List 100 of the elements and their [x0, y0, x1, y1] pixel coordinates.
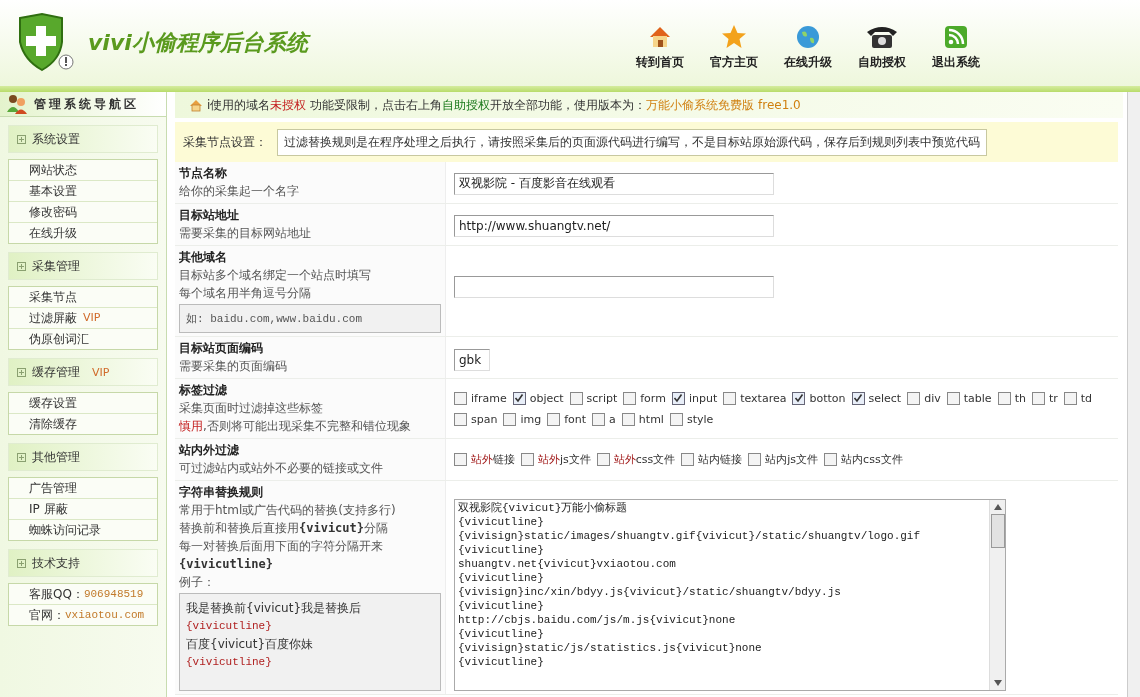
scroll-down-icon[interactable]	[993, 680, 1002, 686]
checkbox[interactable]	[1031, 391, 1045, 405]
license-notice: i使用的域名未授权 功能受限制，点击右上角 自助授权开放全部功能，使用版本为：万能小偷系统免费版 free1.0	[207, 96, 801, 114]
checkbox-label: 站外链接	[471, 452, 515, 467]
expand-icon	[17, 261, 26, 271]
menu-item[interactable]: 过滤屏蔽 VIP	[9, 308, 157, 329]
field-description: 每个域名用半角逗号分隔	[179, 285, 312, 302]
menu-item-label: IP 屏蔽	[29, 501, 68, 518]
checkbox-label: tr	[1048, 391, 1058, 405]
field-title: 目标站地址	[179, 207, 240, 224]
checkbox-label: 站外css文件	[613, 452, 676, 467]
menu-item-label: 广告管理	[29, 480, 77, 497]
checkbox-label: th	[1014, 391, 1026, 405]
checkbox[interactable]	[671, 391, 685, 405]
menu-group-header[interactable]: 技术支持	[8, 549, 158, 577]
checkbox[interactable]	[596, 453, 610, 466]
checkbox-label: botton	[809, 391, 846, 405]
checkbox[interactable]	[454, 391, 467, 405]
section-hint: 过滤替换规则是在程序处理之后执行，请按照采集后的页面源代码进行编写，不是目标站原始源代码，保存后到规则列表中预览代码	[277, 128, 987, 156]
checkbox[interactable]	[569, 391, 583, 405]
rss-icon	[943, 23, 969, 50]
menu-group-title: 系统设置	[32, 130, 80, 148]
menu-item[interactable]: 缓存设置	[9, 393, 157, 414]
menu-item[interactable]: 采集节点	[9, 287, 157, 308]
checkbox[interactable]	[592, 412, 606, 426]
nav-link[interactable]: 自助授权	[858, 23, 906, 71]
checkbox-label: span	[471, 412, 498, 426]
checkbox[interactable]	[792, 391, 806, 405]
nav-link[interactable]: 在线升级	[784, 23, 832, 71]
text-input[interactable]: http://www.shuangtv.net/	[454, 214, 774, 237]
checkbox-label: 站内js文件	[765, 452, 819, 467]
menu-item[interactable]: 修改密码	[9, 202, 157, 223]
checkbox-label: input	[688, 391, 718, 405]
checkbox[interactable]	[512, 391, 526, 405]
checkbox[interactable]	[824, 453, 838, 466]
menu-item[interactable]: 清除缓存	[9, 414, 157, 434]
nav-link[interactable]: 官方主页	[710, 23, 758, 71]
menu-group-header[interactable]: 缓存管理 VIP	[8, 358, 158, 386]
checkbox-label: form	[640, 391, 666, 405]
page-scrollbar[interactable]	[1127, 92, 1140, 697]
field-title: 节点名称	[179, 165, 228, 182]
menu-item[interactable]: IP 屏蔽	[9, 499, 157, 520]
menu-group-header[interactable]: 系统设置	[8, 125, 158, 153]
menu-item[interactable]: 伪原创词汇	[9, 329, 157, 349]
menu-item[interactable]: 网站状态	[9, 160, 157, 181]
checkbox-label: select	[868, 391, 902, 405]
example-box: 我是替换前{vivicut}我是替换后 {vivicutline} 百度{vivicut}百度你妹 {vivicutline}	[179, 593, 441, 691]
checkbox[interactable]	[1063, 391, 1077, 405]
field-title: 其他域名	[179, 249, 228, 266]
checkbox[interactable]	[521, 453, 534, 466]
text-input[interactable]: 双视影院 - 百度影音在线观看	[454, 172, 774, 195]
checkbox[interactable]	[669, 412, 683, 426]
checkbox[interactable]	[946, 391, 960, 405]
checkbox-label: td	[1080, 391, 1093, 405]
menu-item-label: 缓存设置	[29, 395, 77, 412]
scroll-up-icon[interactable]	[993, 504, 1002, 510]
field-description: 例子：	[179, 574, 216, 591]
rules-textarea[interactable]: 双视影院{vivicut}万能小偷标题 {vivicutline} {vivisign}static/images/shuangtv.gif{vivicut}/static/shuangtv/logo.gif {vivicutline} shuangtv.net{vivicut}vxiaotou.com {vivicutline} {vivisign}inc/xin/bdyy.js{vivicut}/static/shuangtv/bdyy.js {vivicutline} http://cbjs.baidu.com/js/m.js{vivicut}none {vivicutline} {vivisign}static/js/statistics.js{vivicut}none {vivicutline}	[454, 499, 1006, 691]
contact-label: 客服QQ：	[29, 586, 84, 603]
menu-group-title: 其他管理	[32, 448, 80, 466]
checkbox[interactable]	[623, 391, 637, 405]
checkbox[interactable]	[723, 391, 737, 405]
checkbox[interactable]	[503, 412, 517, 426]
field-description: 采集页面时过滤掉这些标签	[179, 400, 324, 417]
scrollbar[interactable]	[989, 500, 1005, 690]
checkbox[interactable]	[547, 412, 561, 426]
field-description: 需要采集的页面编码	[179, 358, 288, 375]
field-title: 站内外过滤	[179, 442, 240, 459]
checkbox[interactable]	[907, 391, 921, 405]
checkbox[interactable]	[681, 453, 695, 466]
encoding-input[interactable]: gbk	[454, 348, 490, 371]
field-description: 需要采集的目标网站地址	[179, 225, 312, 242]
menu-item[interactable]: 在线升级	[9, 223, 157, 243]
section-title: 采集节点设置：	[183, 133, 267, 151]
checkbox[interactable]	[454, 412, 467, 426]
checkbox[interactable]	[851, 391, 865, 405]
checkbox-label: script	[586, 391, 618, 405]
checkbox[interactable]	[454, 453, 467, 466]
checkbox[interactable]	[748, 453, 762, 466]
field-description: 可过滤站内或站外不必要的链接或文件	[179, 460, 384, 477]
scroll-thumb[interactable]	[990, 514, 1005, 548]
checkbox-label: iframe	[471, 391, 507, 405]
checkbox[interactable]	[997, 391, 1011, 405]
checkbox-label: font	[564, 412, 587, 426]
nav-link[interactable]: 转到首页	[636, 23, 684, 71]
field-title: 目标站页面编码	[179, 340, 264, 357]
nav-link[interactable]: 退出系统	[932, 23, 980, 71]
vip-label: VIP	[83, 310, 101, 326]
contact-label: 官网：	[29, 607, 65, 624]
menu-item-label: 采集节点	[29, 289, 77, 306]
menu-group-header[interactable]: 采集管理	[8, 252, 158, 280]
checkbox[interactable]	[621, 412, 635, 426]
menu-group-header[interactable]: 其他管理	[8, 443, 158, 471]
menu-group-title: 采集管理	[32, 257, 80, 275]
menu-item[interactable]: 蜘蛛访问记录	[9, 520, 157, 540]
field-description: 目标站多个域名绑定一个站点时填写	[179, 267, 372, 284]
menu-item[interactable]: 基本设置	[9, 181, 157, 202]
menu-item[interactable]: 广告管理	[9, 478, 157, 499]
text-input[interactable]	[454, 276, 774, 298]
menu-item-label: 过滤屏蔽	[29, 310, 77, 327]
